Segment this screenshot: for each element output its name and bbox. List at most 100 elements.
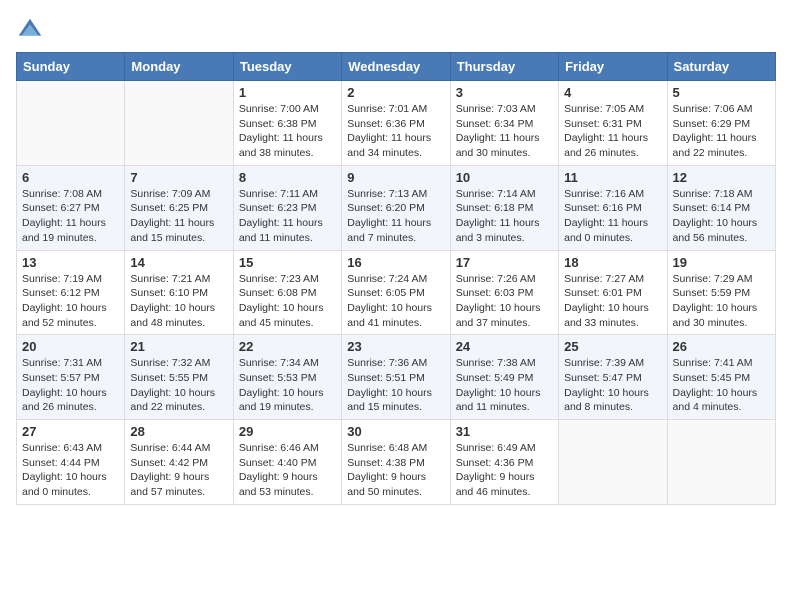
- day-info: Sunrise: 7:18 AM Sunset: 6:14 PM Dayligh…: [673, 187, 770, 246]
- day-number: 13: [22, 255, 119, 270]
- calendar-table: SundayMondayTuesdayWednesdayThursdayFrid…: [16, 52, 776, 505]
- calendar-cell: 1 Sunrise: 7:00 AM Sunset: 6:38 PM Daylig…: [233, 81, 341, 166]
- day-info: Sunrise: 7:39 AM Sunset: 5:47 PM Dayligh…: [564, 356, 661, 415]
- day-info: Sunrise: 7:01 AM Sunset: 6:36 PM Dayligh…: [347, 102, 444, 161]
- calendar-cell: 5 Sunrise: 7:06 AM Sunset: 6:29 PM Daylig…: [667, 81, 775, 166]
- day-info: Sunrise: 7:29 AM Sunset: 5:59 PM Dayligh…: [673, 272, 770, 331]
- day-info: Sunrise: 7:03 AM Sunset: 6:34 PM Dayligh…: [456, 102, 553, 161]
- calendar-cell: 17 Sunrise: 7:26 AM Sunset: 6:03 PM Dayli…: [450, 250, 558, 335]
- day-info: Sunrise: 7:16 AM Sunset: 6:16 PM Dayligh…: [564, 187, 661, 246]
- calendar-cell: 16 Sunrise: 7:24 AM Sunset: 6:05 PM Dayli…: [342, 250, 450, 335]
- day-number: 18: [564, 255, 661, 270]
- calendar-cell: 8 Sunrise: 7:11 AM Sunset: 6:23 PM Daylig…: [233, 165, 341, 250]
- calendar-cell: 3 Sunrise: 7:03 AM Sunset: 6:34 PM Daylig…: [450, 81, 558, 166]
- week-row-3: 13 Sunrise: 7:19 AM Sunset: 6:12 PM Dayli…: [17, 250, 776, 335]
- calendar-cell: 21 Sunrise: 7:32 AM Sunset: 5:55 PM Dayli…: [125, 335, 233, 420]
- day-number: 23: [347, 339, 444, 354]
- day-info: Sunrise: 7:13 AM Sunset: 6:20 PM Dayligh…: [347, 187, 444, 246]
- day-number: 14: [130, 255, 227, 270]
- header-monday: Monday: [125, 53, 233, 81]
- day-number: 10: [456, 170, 553, 185]
- day-number: 25: [564, 339, 661, 354]
- logo: [16, 16, 48, 44]
- day-number: 30: [347, 424, 444, 439]
- day-number: 3: [456, 85, 553, 100]
- calendar-cell: 2 Sunrise: 7:01 AM Sunset: 6:36 PM Daylig…: [342, 81, 450, 166]
- calendar-cell: 14 Sunrise: 7:21 AM Sunset: 6:10 PM Dayli…: [125, 250, 233, 335]
- day-info: Sunrise: 7:26 AM Sunset: 6:03 PM Dayligh…: [456, 272, 553, 331]
- day-info: Sunrise: 6:46 AM Sunset: 4:40 PM Dayligh…: [239, 441, 336, 500]
- day-info: Sunrise: 6:43 AM Sunset: 4:44 PM Dayligh…: [22, 441, 119, 500]
- day-number: 5: [673, 85, 770, 100]
- calendar-cell: 15 Sunrise: 7:23 AM Sunset: 6:08 PM Dayli…: [233, 250, 341, 335]
- calendar-cell: 7 Sunrise: 7:09 AM Sunset: 6:25 PM Daylig…: [125, 165, 233, 250]
- calendar-cell: 31 Sunrise: 6:49 AM Sunset: 4:36 PM Dayli…: [450, 420, 558, 505]
- calendar-cell: 4 Sunrise: 7:05 AM Sunset: 6:31 PM Daylig…: [559, 81, 667, 166]
- day-number: 9: [347, 170, 444, 185]
- day-number: 7: [130, 170, 227, 185]
- day-number: 1: [239, 85, 336, 100]
- day-info: Sunrise: 7:11 AM Sunset: 6:23 PM Dayligh…: [239, 187, 336, 246]
- day-number: 15: [239, 255, 336, 270]
- week-row-5: 27 Sunrise: 6:43 AM Sunset: 4:44 PM Dayli…: [17, 420, 776, 505]
- day-number: 20: [22, 339, 119, 354]
- day-info: Sunrise: 7:21 AM Sunset: 6:10 PM Dayligh…: [130, 272, 227, 331]
- day-info: Sunrise: 7:05 AM Sunset: 6:31 PM Dayligh…: [564, 102, 661, 161]
- day-info: Sunrise: 7:00 AM Sunset: 6:38 PM Dayligh…: [239, 102, 336, 161]
- header-tuesday: Tuesday: [233, 53, 341, 81]
- day-number: 11: [564, 170, 661, 185]
- day-info: Sunrise: 7:08 AM Sunset: 6:27 PM Dayligh…: [22, 187, 119, 246]
- day-number: 4: [564, 85, 661, 100]
- week-row-1: 1 Sunrise: 7:00 AM Sunset: 6:38 PM Daylig…: [17, 81, 776, 166]
- header-sunday: Sunday: [17, 53, 125, 81]
- day-number: 6: [22, 170, 119, 185]
- day-info: Sunrise: 7:36 AM Sunset: 5:51 PM Dayligh…: [347, 356, 444, 415]
- day-info: Sunrise: 7:23 AM Sunset: 6:08 PM Dayligh…: [239, 272, 336, 331]
- calendar-cell: 19 Sunrise: 7:29 AM Sunset: 5:59 PM Dayli…: [667, 250, 775, 335]
- calendar-cell: 24 Sunrise: 7:38 AM Sunset: 5:49 PM Dayli…: [450, 335, 558, 420]
- calendar-header-row: SundayMondayTuesdayWednesdayThursdayFrid…: [17, 53, 776, 81]
- day-number: 21: [130, 339, 227, 354]
- day-info: Sunrise: 7:06 AM Sunset: 6:29 PM Dayligh…: [673, 102, 770, 161]
- calendar-cell: 18 Sunrise: 7:27 AM Sunset: 6:01 PM Dayli…: [559, 250, 667, 335]
- calendar-cell: 30Sunrise: 6:48 AM Sunset: 4:38 PM Dayli…: [342, 420, 450, 505]
- calendar-cell: 13 Sunrise: 7:19 AM Sunset: 6:12 PM Dayli…: [17, 250, 125, 335]
- day-info: Sunrise: 7:09 AM Sunset: 6:25 PM Dayligh…: [130, 187, 227, 246]
- day-number: 16: [347, 255, 444, 270]
- day-number: 26: [673, 339, 770, 354]
- calendar-cell: [667, 420, 775, 505]
- calendar-cell: 20 Sunrise: 7:31 AM Sunset: 5:57 PM Dayli…: [17, 335, 125, 420]
- day-number: 22: [239, 339, 336, 354]
- calendar-cell: 22Sunrise: 7:34 AM Sunset: 5:53 PM Dayli…: [233, 335, 341, 420]
- day-info: Sunrise: 7:14 AM Sunset: 6:18 PM Dayligh…: [456, 187, 553, 246]
- calendar-cell: 12 Sunrise: 7:18 AM Sunset: 6:14 PM Dayli…: [667, 165, 775, 250]
- day-info: Sunrise: 6:44 AM Sunset: 4:42 PM Dayligh…: [130, 441, 227, 500]
- day-number: 12: [673, 170, 770, 185]
- day-number: 24: [456, 339, 553, 354]
- day-number: 17: [456, 255, 553, 270]
- day-info: Sunrise: 7:38 AM Sunset: 5:49 PM Dayligh…: [456, 356, 553, 415]
- calendar-cell: [17, 81, 125, 166]
- day-number: 19: [673, 255, 770, 270]
- day-number: 27: [22, 424, 119, 439]
- calendar-cell: 6 Sunrise: 7:08 AM Sunset: 6:27 PM Daylig…: [17, 165, 125, 250]
- day-info: Sunrise: 6:49 AM Sunset: 4:36 PM Dayligh…: [456, 441, 553, 500]
- day-info: Sunrise: 7:32 AM Sunset: 5:55 PM Dayligh…: [130, 356, 227, 415]
- calendar-cell: [125, 81, 233, 166]
- day-number: 2: [347, 85, 444, 100]
- calendar-cell: 28 Sunrise: 6:44 AM Sunset: 4:42 PM Dayli…: [125, 420, 233, 505]
- day-info: Sunrise: 7:27 AM Sunset: 6:01 PM Dayligh…: [564, 272, 661, 331]
- day-info: Sunrise: 7:31 AM Sunset: 5:57 PM Dayligh…: [22, 356, 119, 415]
- logo-icon: [16, 16, 44, 44]
- day-info: Sunrise: 7:19 AM Sunset: 6:12 PM Dayligh…: [22, 272, 119, 331]
- calendar-cell: 29Sunrise: 6:46 AM Sunset: 4:40 PM Dayli…: [233, 420, 341, 505]
- page-header: [16, 16, 776, 44]
- day-number: 31: [456, 424, 553, 439]
- day-number: 8: [239, 170, 336, 185]
- calendar-cell: 25 Sunrise: 7:39 AM Sunset: 5:47 PM Dayli…: [559, 335, 667, 420]
- calendar-cell: 9 Sunrise: 7:13 AM Sunset: 6:20 PM Daylig…: [342, 165, 450, 250]
- day-info: Sunrise: 7:24 AM Sunset: 6:05 PM Dayligh…: [347, 272, 444, 331]
- calendar-cell: 26 Sunrise: 7:41 AM Sunset: 5:45 PM Dayli…: [667, 335, 775, 420]
- day-info: Sunrise: 7:41 AM Sunset: 5:45 PM Dayligh…: [673, 356, 770, 415]
- day-number: 28: [130, 424, 227, 439]
